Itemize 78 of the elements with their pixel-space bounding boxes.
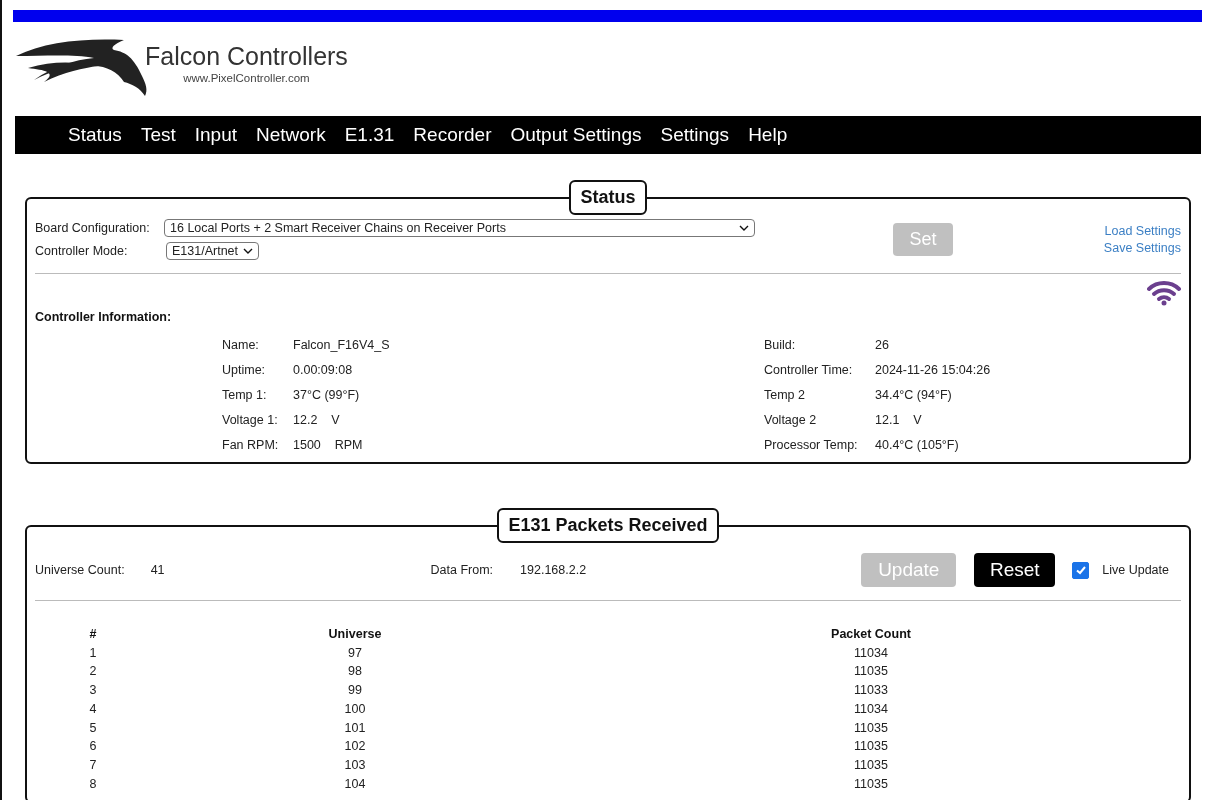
- table-cell-text: 11035: [853, 719, 889, 737]
- chevron-down-icon: [243, 248, 253, 254]
- info-value: 12.1 V: [875, 412, 923, 429]
- info-label: Build:: [764, 337, 797, 354]
- nav-link[interactable]: Test: [140, 124, 176, 146]
- info-value: 0.00:09:08: [293, 362, 354, 379]
- info-label: Temp 1:: [222, 387, 268, 404]
- nav-link[interactable]: Input: [194, 124, 237, 146]
- column-header: Universe: [327, 626, 383, 643]
- table-cell-text: 11035: [853, 775, 889, 793]
- table-cell-text: 102: [343, 738, 367, 756]
- wifi-icon: [1147, 280, 1181, 306]
- field-label: Board Configuration:: [35, 221, 151, 235]
- table-cell-text: 3: [88, 682, 98, 700]
- checkbox-label: Live Update: [1102, 563, 1169, 577]
- field-label: Data From:: [430, 563, 494, 577]
- table-cell-text: 11034: [853, 644, 889, 662]
- nav-link[interactable]: Output Settings: [510, 124, 642, 146]
- info-value: 40.4°C (105°F): [875, 437, 960, 454]
- table-cell-text: 97: [347, 644, 363, 662]
- nav-link[interactable]: Settings: [660, 124, 730, 146]
- table-cell-text: 11033: [853, 682, 889, 700]
- website-url: www.PixelController.com: [183, 72, 310, 84]
- table-cell-text: 2: [88, 663, 98, 681]
- field-label: Universe Count:: [35, 563, 125, 577]
- table-cell-text: 5: [88, 719, 98, 737]
- field-label: Controller Mode:: [35, 244, 129, 258]
- section-heading: Controller Information:: [35, 310, 173, 324]
- column-header: Packet Count: [830, 626, 912, 643]
- brand-name: Falcon Controllers: [145, 42, 348, 71]
- nav-link[interactable]: Recorder: [413, 124, 492, 146]
- field-value: 41: [150, 563, 165, 577]
- nav-link[interactable]: Network: [256, 124, 326, 146]
- panel-title: E131 Packets Received: [497, 508, 719, 543]
- info-value: Falcon_F16V4_S: [293, 337, 391, 354]
- table-cell-text: 11035: [853, 738, 889, 756]
- info-label: Uptime:: [222, 362, 267, 379]
- controller-mode-dropdown[interactable]: E131/Artnet: [166, 242, 259, 260]
- settings-link[interactable]: Save Settings: [1103, 241, 1181, 255]
- chevron-down-icon: [739, 225, 749, 231]
- table-cell-text: 4: [88, 700, 98, 718]
- info-label: Controller Time:: [764, 362, 854, 379]
- table-cell-text: 1: [88, 644, 98, 662]
- info-value: 1500 RPM: [293, 437, 364, 454]
- table-cell-text: 104: [343, 775, 367, 793]
- table-cell-text: 100: [343, 700, 367, 718]
- live-update-checkbox[interactable]: [1072, 561, 1090, 579]
- table-cell-text: 6: [88, 738, 98, 756]
- info-label: Fan RPM:: [222, 437, 280, 454]
- nav-link[interactable]: Help: [748, 124, 788, 146]
- reset-button[interactable]: Reset: [974, 553, 1056, 587]
- info-value: 37°C (99°F): [293, 387, 361, 404]
- panel-title: Status: [569, 180, 647, 215]
- settings-link[interactable]: Load Settings: [1104, 224, 1181, 238]
- table-cell-text: 103: [343, 756, 367, 774]
- info-label: Temp 2: [764, 387, 806, 404]
- table-cell-text: 11035: [853, 663, 889, 681]
- table-cell-text: 101: [343, 719, 367, 737]
- field-value: 192.168.2.2: [520, 563, 587, 577]
- info-label: Name:: [222, 337, 260, 354]
- table-cell-text: 11035: [853, 756, 889, 774]
- info-value: 34.4°C (94°F): [875, 387, 953, 404]
- check-icon: [1074, 564, 1087, 576]
- info-value: 2024-11-26 15:04:26: [875, 362, 992, 379]
- table-cell-text: 7: [88, 756, 98, 774]
- table-cell-text: 98: [347, 663, 363, 681]
- nav-link[interactable]: E1.31: [344, 124, 395, 146]
- board-configuration-dropdown[interactable]: 16 Local Ports + 2 Smart Receiver Chains on Receiver Ports: [164, 219, 755, 237]
- nav-link[interactable]: Status: [68, 124, 122, 146]
- info-label: Processor Temp:: [764, 437, 859, 454]
- table-cell-text: 8: [88, 775, 98, 793]
- info-value: 12.2 V: [293, 412, 341, 429]
- column-header: #: [88, 626, 98, 643]
- info-value: 26: [875, 337, 890, 354]
- info-label: Voltage 1:: [222, 412, 279, 429]
- table-cell-text: 11034: [853, 700, 889, 718]
- info-label: Voltage 2: [764, 412, 818, 429]
- table-cell-text: 99: [347, 682, 363, 700]
